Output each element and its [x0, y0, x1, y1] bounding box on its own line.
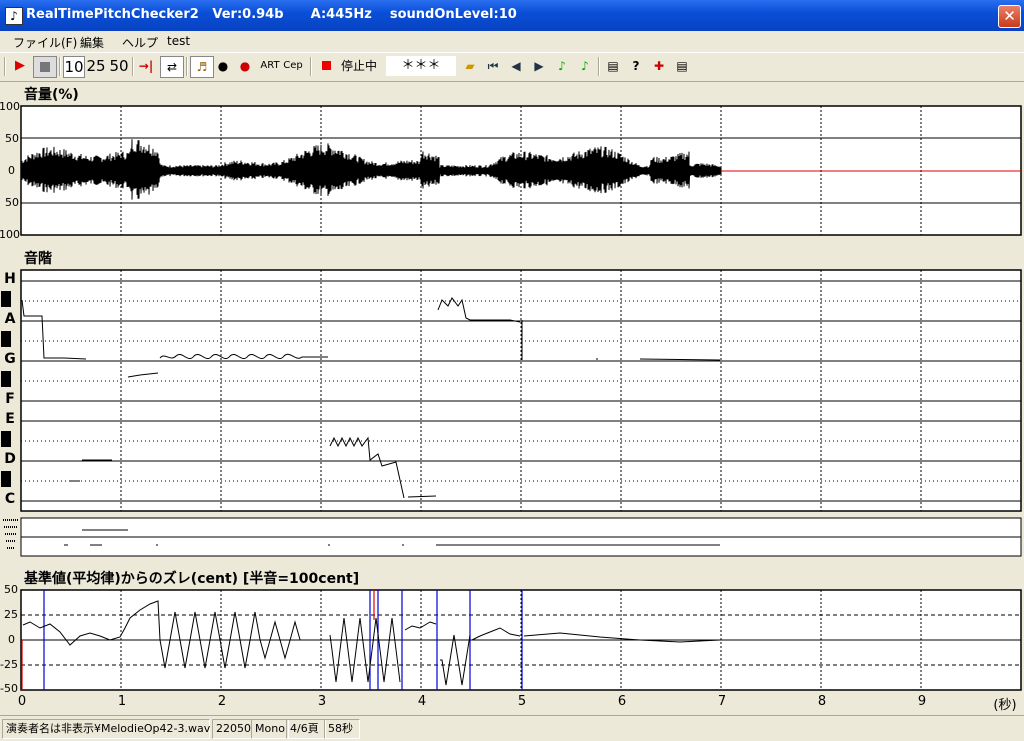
status-file: 演奏者名は非表示¥MelodieOp42-3.wav	[2, 719, 210, 739]
x-tick: 9	[917, 694, 927, 709]
x-tick: 0	[17, 694, 27, 709]
x-tick: 5	[517, 694, 527, 709]
x-tick: 4	[417, 694, 427, 709]
x-unit: (秒)	[993, 698, 1017, 713]
x-tick: 8	[817, 694, 827, 709]
piano-keys	[1, 291, 11, 487]
x-tick: 7	[717, 694, 727, 709]
status-channels: Mono	[251, 719, 289, 739]
graph-area	[1, 105, 1022, 691]
x-tick: 2	[217, 694, 227, 709]
status-duration: 58秒	[324, 719, 360, 739]
status-rate: 22050	[212, 719, 252, 739]
status-page: 4/6頁	[286, 719, 326, 739]
x-tick: 6	[617, 694, 627, 709]
status-bar: 演奏者名は非表示¥MelodieOp42-3.wav 22050 Mono 4/…	[0, 715, 1024, 741]
x-tick: 3	[317, 694, 327, 709]
x-tick: 1	[117, 694, 127, 709]
